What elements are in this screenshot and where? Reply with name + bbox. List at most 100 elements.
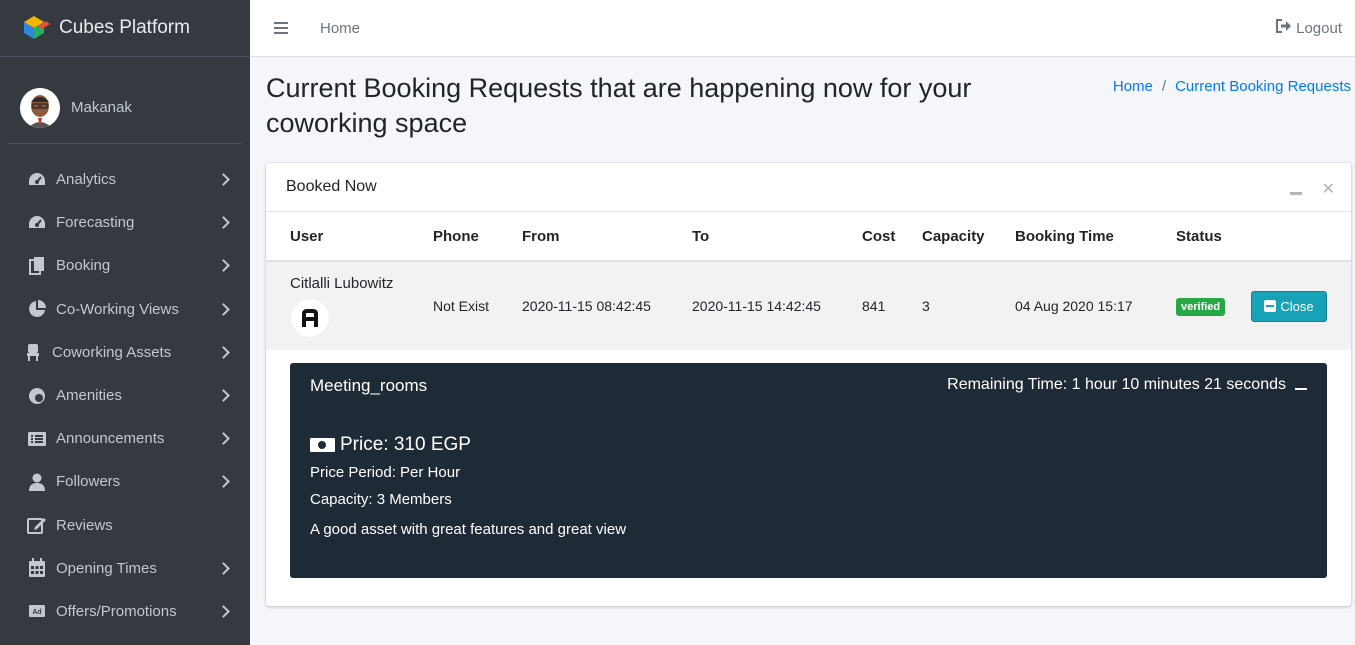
sidebar-item-label: Opening Times (56, 559, 157, 577)
asset-price-period: Price Period: Per Hour (310, 464, 461, 481)
copy-icon (26, 256, 48, 276)
sidebar-item-announcements[interactable]: Announcements (0, 417, 250, 460)
calendar-icon (26, 558, 48, 578)
svg-text:Ad: Ad (32, 609, 41, 616)
cell-status: verified (1176, 261, 1251, 350)
asset-price: Price: 310 EGP (310, 434, 471, 456)
asset-capacity: Capacity: 3 Members (310, 491, 452, 508)
sidebar-item-opening-times[interactable]: Opening Times (0, 547, 250, 590)
minus-square-icon (1264, 300, 1277, 312)
menu-toggle-icon[interactable] (274, 22, 288, 34)
sidebar-item-co-working-views[interactable]: Co-Working Views (0, 288, 250, 331)
amenities-icon (26, 386, 48, 406)
close-button-label: Close (1280, 298, 1314, 314)
booking-user-name: Citlalli Lubowitz (290, 274, 394, 292)
cell-cost: 841 (862, 298, 886, 314)
sidebar-item-forecasting[interactable]: Forecasting (0, 201, 250, 244)
cell-from: 2020-11-15 08:42:45 (522, 298, 651, 314)
breadcrumb-home[interactable]: Home (1113, 78, 1153, 95)
brand-title: Cubes Platform (59, 17, 190, 38)
chevron-right-icon (217, 475, 230, 489)
chevron-right-icon (217, 345, 230, 359)
close-icon[interactable]: ✕ (1322, 182, 1335, 198)
collapse-icon[interactable] (1289, 191, 1302, 195)
sidebar-item-analytics[interactable]: Analytics (0, 158, 250, 201)
logout-button[interactable]: Logout (1276, 19, 1342, 37)
remaining-time: Remaining Time: 1 hour 10 minutes 21 sec… (947, 376, 1307, 394)
breadcrumb: Home / Current Booking Requests (1113, 78, 1351, 95)
booked-now-card: Booked Now ✕ User Phone From To Cost Cap… (266, 163, 1351, 606)
sidebar-item-label: Offers/Promotions (56, 602, 177, 620)
sidebar-item-reviews[interactable]: Reviews (0, 504, 250, 547)
sidebar-item-label: Forecasting (56, 214, 135, 232)
card-tools: ✕ (1289, 180, 1335, 198)
asset-price-text: Price: 310 EGP (340, 434, 471, 455)
column-header-status: Status (1176, 212, 1251, 262)
cell-capacity: 3 (922, 298, 930, 314)
cell-actions: Close (1251, 261, 1351, 350)
sidebar-item-label: Coworking Assets (52, 343, 172, 361)
sidebar-item-label: Co-Working Views (56, 300, 179, 318)
asset-name: Meeting_rooms (310, 376, 428, 395)
column-header-phone: Phone (433, 212, 522, 262)
sidebar-item-label: Analytics (56, 171, 117, 189)
sidebar-item-label: Reviews (56, 516, 113, 534)
sidebar-item-offers-promotions[interactable]: Ad Offers/Promotions (0, 590, 250, 633)
column-header-booking-time: Booking Time (1015, 212, 1176, 262)
chevron-right-icon (217, 173, 230, 186)
status-badge: verified (1176, 297, 1226, 316)
table-row: Citlalli Lubowitz Not Exist 2020-11-15 0… (266, 261, 1351, 350)
sidebar-item-amenities[interactable]: Amenities (0, 374, 250, 417)
money-bill-icon (310, 438, 335, 452)
sign-out-icon (1276, 19, 1292, 37)
chevron-right-icon (217, 605, 230, 618)
close-booking-button[interactable]: Close (1251, 290, 1327, 322)
logout-label: Logout (1296, 19, 1342, 37)
remaining-time-text: Remaining Time: 1 hour 10 minutes 21 sec… (947, 376, 1286, 393)
top-home-link[interactable]: Home (320, 20, 360, 37)
sidebar-item-label: Announcements (56, 430, 165, 448)
cubes-logo-icon (20, 12, 52, 44)
user-logo-icon (290, 297, 330, 338)
collapse-detail-icon[interactable] (1295, 388, 1307, 390)
column-header-actions (1251, 212, 1351, 262)
list-card-icon (26, 429, 48, 449)
table-header-row: User Phone From To Cost Capacity Booking… (266, 212, 1351, 262)
breadcrumb-current[interactable]: Current Booking Requests (1175, 78, 1351, 95)
avatar (20, 87, 60, 128)
user-name: Makanak (71, 99, 132, 116)
edit-icon (26, 515, 48, 535)
sidebar-item-coworking-assets[interactable]: Coworking Assets (0, 331, 250, 374)
bookings-table: User Phone From To Cost Capacity Booking… (266, 212, 1351, 350)
sidebar-item-label: Followers (56, 473, 121, 491)
chair-icon (22, 342, 44, 362)
asset-description: A good asset with great features and gre… (310, 521, 627, 538)
sidebar-nav: Analytics Forecasting Booking Co-Working… (0, 158, 250, 633)
brand-link[interactable]: Cubes Platform (0, 0, 250, 57)
card-title: Booked Now (286, 178, 377, 195)
column-header-user: User (266, 212, 433, 262)
cell-to: 2020-11-15 14:42:45 (692, 298, 821, 314)
page-title: Current Booking Requests that are happen… (266, 73, 972, 138)
user-panel[interactable]: Makanak (8, 72, 242, 144)
user-icon (26, 472, 48, 492)
chevron-right-icon (217, 216, 230, 230)
sidebar-item-label: Amenities (56, 387, 122, 405)
column-header-from: From (522, 212, 692, 262)
sidebar-item-label: Booking (56, 257, 111, 275)
column-header-to: To (692, 212, 862, 262)
column-header-capacity: Capacity (922, 212, 1015, 262)
cell-booking-time: 04 Aug 2020 15:17 (1015, 298, 1133, 314)
cell-phone: Not Exist (433, 298, 490, 314)
pie-chart-icon (26, 299, 48, 319)
column-header-cost: Cost (862, 212, 922, 262)
chevron-right-icon (217, 302, 230, 316)
chevron-right-icon (217, 259, 230, 273)
tachometer-icon (26, 213, 48, 233)
cell-user: Citlalli Lubowitz (266, 261, 433, 350)
sidebar-item-booking[interactable]: Booking (0, 244, 250, 287)
sidebar-item-followers[interactable]: Followers (0, 460, 250, 503)
ad-icon: Ad (26, 601, 48, 621)
sidebar: Cubes Platform Makanak Analytics Forecas… (0, 0, 250, 645)
tachometer-icon (26, 170, 48, 190)
